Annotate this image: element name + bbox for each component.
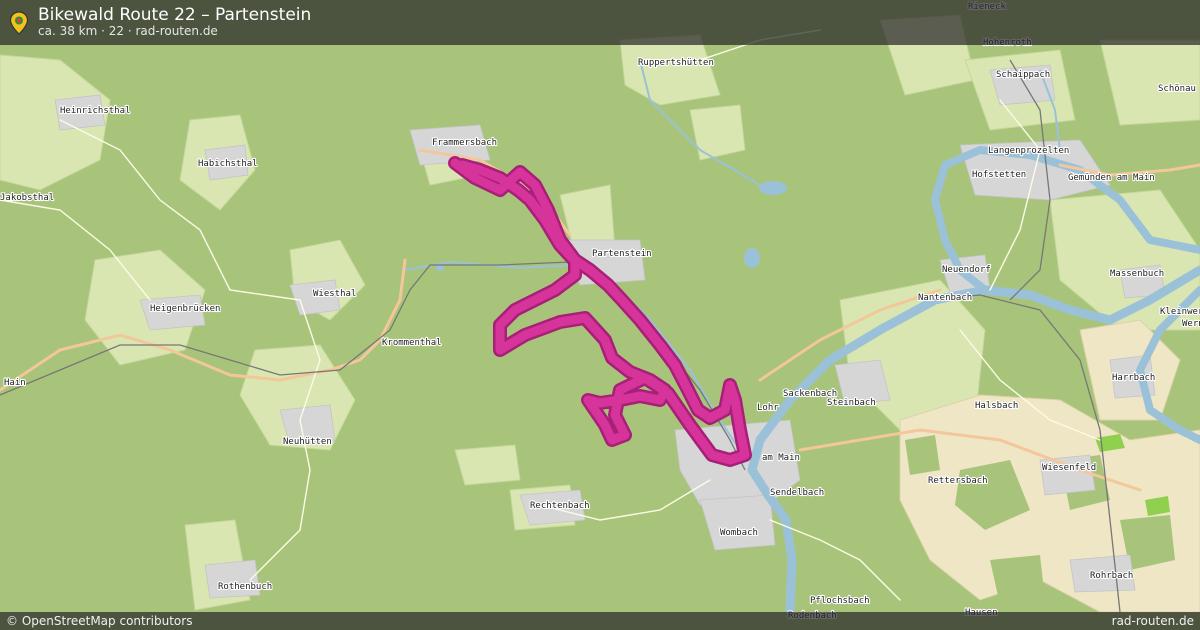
place-label: Heinrichsthal	[60, 106, 130, 116]
place-label: Wiesenfeld	[1042, 463, 1096, 473]
site-link[interactable]: rad-routen.de	[1112, 612, 1194, 630]
place-label: Neuendorf	[942, 265, 991, 275]
place-label: Krommenthal	[382, 338, 442, 348]
place-label: Massenbuch	[1110, 269, 1164, 279]
place-label: Ruppertshütten	[638, 58, 714, 68]
place-label: Wern	[1182, 319, 1200, 329]
route-title: Bikewald Route 22 – Partenstein	[38, 5, 312, 25]
place-label: Hain	[4, 378, 26, 388]
place-label: Hofstetten	[972, 170, 1026, 180]
place-label: am Main	[762, 453, 800, 463]
place-label: Rettersbach	[928, 476, 988, 486]
map-footer: © OpenStreetMap contributors rad-routen.…	[0, 612, 1200, 630]
map-header: Bikewald Route 22 – Partenstein ca. 38 k…	[0, 0, 1200, 45]
place-label: Heigenbrücken	[150, 304, 220, 314]
map-canvas[interactable]: RieneckHohenrothSchaippachSchönauRuppert…	[0, 0, 1200, 630]
place-label: Halsbach	[975, 401, 1018, 411]
place-label: Wiesthal	[313, 289, 356, 299]
place-label: Partenstein	[592, 249, 652, 259]
place-label: Frammersbach	[432, 138, 497, 148]
place-label: Lohr	[757, 403, 779, 413]
place-label: Rothenbuch	[218, 582, 272, 592]
route-subtitle: ca. 38 km · 22 · rad-routen.de	[38, 24, 218, 38]
place-label: Wombach	[720, 528, 758, 538]
place-label: Kleinwern	[1160, 307, 1200, 317]
map-pin-icon	[9, 11, 29, 35]
place-label: Jakobsthal	[0, 193, 54, 203]
place-label: Nantenbach	[918, 293, 972, 303]
place-label: Langenprozelten	[988, 146, 1069, 156]
place-label: Neuhütten	[283, 437, 332, 447]
place-label: Gemünden am Main	[1068, 173, 1155, 183]
place-label: Rechtenbach	[530, 501, 590, 511]
place-label: Steinbach	[827, 398, 876, 408]
place-label: Sendelbach	[770, 488, 824, 498]
place-label: Pflochsbach	[810, 596, 870, 606]
osm-attribution[interactable]: © OpenStreetMap contributors	[6, 612, 192, 630]
place-label: Schaippach	[996, 70, 1050, 80]
place-label: Rohrbach	[1090, 571, 1133, 581]
place-label: Harrbach	[1112, 373, 1155, 383]
place-label: Habichsthal	[198, 159, 258, 169]
place-label: Schönau	[1158, 84, 1196, 94]
